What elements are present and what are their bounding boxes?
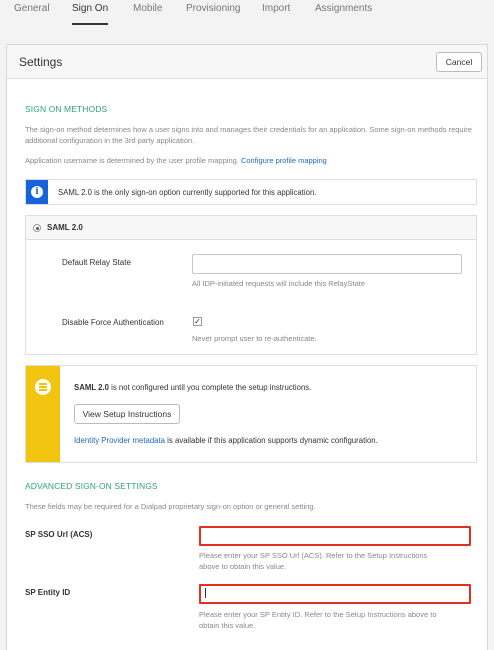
settings-panel: Settings Cancel SIGN ON METHODS The sign… xyxy=(6,44,488,650)
disable-force-auth-hint: Never prompt user to re-authenticate. xyxy=(192,334,317,343)
tab-assignments[interactable]: Assignments xyxy=(315,3,372,25)
sign-on-description: The sign-on method determines how a user… xyxy=(25,125,472,145)
sp-entity-id-input[interactable] xyxy=(199,584,471,604)
settings-title: Settings xyxy=(19,55,63,69)
relay-state-input[interactable] xyxy=(192,254,462,274)
app-tabs: General Sign On Mobile Provisioning Impo… xyxy=(0,0,494,28)
configure-profile-mapping-link[interactable]: Configure profile mapping xyxy=(241,156,327,165)
sign-on-methods-heading: SIGN ON METHODS xyxy=(25,104,108,114)
setup-warning-box: SAML 2.0 is not configured until you com… xyxy=(25,365,477,463)
info-banner: i SAML 2.0 is the only sign-on option cu… xyxy=(25,179,477,205)
sp-entity-id-label: SP Entity ID xyxy=(25,588,71,597)
setup-warning-text: SAML 2.0 is not configured until you com… xyxy=(74,383,311,392)
list-icon xyxy=(35,379,51,395)
cancel-button[interactable]: Cancel xyxy=(436,52,482,72)
warning-bar xyxy=(26,366,60,462)
setup-warning-rest: is not configured until you complete the… xyxy=(108,383,312,392)
sp-sso-url-hint: Please enter your SP SSO Url (ACS). Refe… xyxy=(199,550,479,572)
setup-warning-bold: SAML 2.0 xyxy=(74,383,109,392)
tab-sign-on[interactable]: Sign On xyxy=(72,3,109,25)
info-icon-bar: i xyxy=(26,180,48,204)
relay-state-hint: All IDP-initiated requests will include … xyxy=(192,279,365,288)
sp-entity-id-hint-line-2: obtain this value. xyxy=(199,621,256,630)
idp-metadata-link[interactable]: Identity Provider metadata xyxy=(74,436,165,445)
username-mapping-text: Application username is determined by th… xyxy=(25,155,475,166)
sp-sso-url-input[interactable] xyxy=(199,526,471,546)
advanced-settings-heading: ADVANCED SIGN-ON SETTINGS xyxy=(25,481,158,491)
username-mapping-label: Application username is determined by th… xyxy=(25,156,239,165)
tab-provisioning[interactable]: Provisioning xyxy=(186,3,240,25)
sp-sso-url-hint-line-1: Please enter your SP SSO Url (ACS). Refe… xyxy=(199,551,428,560)
view-setup-instructions-button[interactable]: View Setup Instructions xyxy=(74,404,180,424)
settings-header: Settings Cancel xyxy=(7,45,487,79)
sp-sso-url-hint-line-2: above to obtain this value. xyxy=(199,562,287,571)
sp-entity-id-wrapper xyxy=(199,584,471,604)
text-cursor xyxy=(205,588,206,598)
sp-entity-id-hint: Please enter your SP Entity ID. Refer to… xyxy=(199,609,481,631)
saml-option-box: SAML 2.0 Default Relay State All IDP-ini… xyxy=(25,215,477,355)
sp-entity-id-hint-line-1: Please enter your SP Entity ID. Refer to… xyxy=(199,610,437,619)
tab-import[interactable]: Import xyxy=(262,3,290,25)
metadata-text: Identity Provider metadata is available … xyxy=(74,436,378,445)
info-icon: i xyxy=(31,186,43,198)
saml-radio[interactable] xyxy=(33,224,41,232)
disable-force-auth-label: Disable Force Authentication xyxy=(62,318,164,327)
relay-state-label: Default Relay State xyxy=(62,258,131,267)
saml-option-label: SAML 2.0 xyxy=(47,223,83,232)
sp-sso-url-label: SP SSO Url (ACS) xyxy=(25,530,93,539)
advanced-settings-description: These fields may be required for a Dialp… xyxy=(25,502,316,511)
disable-force-auth-checkbox[interactable]: ✓ xyxy=(193,317,202,326)
tab-mobile[interactable]: Mobile xyxy=(133,3,162,25)
info-text: SAML 2.0 is the only sign-on option curr… xyxy=(58,188,317,197)
saml-option-header[interactable]: SAML 2.0 xyxy=(26,216,476,240)
tab-general[interactable]: General xyxy=(14,3,50,25)
metadata-rest: is available if this application support… xyxy=(165,436,378,445)
